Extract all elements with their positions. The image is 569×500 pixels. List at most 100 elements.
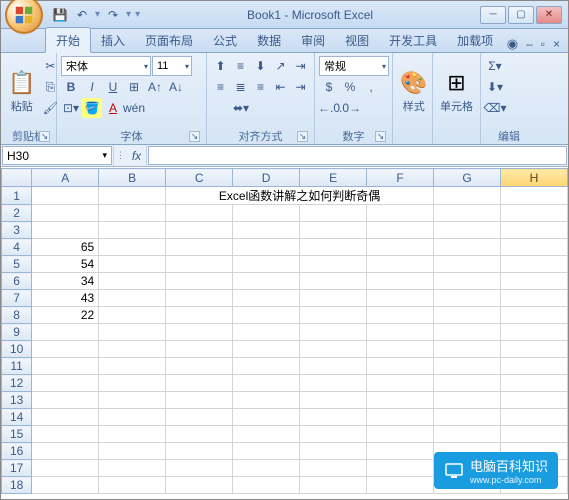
cell-A18[interactable] [32, 477, 99, 494]
cell-B2[interactable] [99, 205, 166, 222]
cell-A2[interactable] [32, 205, 99, 222]
cell-A15[interactable] [32, 426, 99, 443]
cell-G15[interactable] [434, 426, 501, 443]
cell-B3[interactable] [99, 222, 166, 239]
cell-C17[interactable] [166, 460, 233, 477]
cell-G11[interactable] [434, 358, 501, 375]
align-top-button[interactable]: ⬆ [211, 56, 230, 76]
cell-C15[interactable] [166, 426, 233, 443]
column-header-E[interactable]: E [300, 169, 367, 187]
cell-F9[interactable] [367, 324, 434, 341]
mdi-close-button[interactable]: × [553, 37, 560, 51]
cell-D8[interactable] [233, 307, 300, 324]
cell-H5[interactable] [501, 256, 568, 273]
cell-G10[interactable] [434, 341, 501, 358]
cell-F6[interactable] [367, 273, 434, 290]
cell-D13[interactable] [233, 392, 300, 409]
row-header-2[interactable]: 2 [2, 205, 32, 222]
cell-F14[interactable] [367, 409, 434, 426]
cell-A16[interactable] [32, 443, 99, 460]
mdi-restore-button[interactable]: ▫ [541, 37, 545, 51]
cell-H12[interactable] [501, 375, 568, 392]
align-center-button[interactable]: ≣ [231, 77, 250, 97]
cell-C7[interactable] [166, 290, 233, 307]
cell-D7[interactable] [233, 290, 300, 307]
cell-A5[interactable]: 54 [32, 256, 99, 273]
formula-input[interactable] [148, 146, 567, 165]
cell-D4[interactable] [233, 239, 300, 256]
cell-H1[interactable] [501, 187, 568, 205]
row-header-12[interactable]: 12 [2, 375, 32, 392]
comma-button[interactable]: , [361, 77, 381, 97]
cell-G14[interactable] [434, 409, 501, 426]
phonetic-button[interactable]: wén [124, 98, 144, 118]
cell-E16[interactable] [300, 443, 367, 460]
decrease-decimal-button[interactable]: .0→ [340, 98, 360, 118]
mdi-minimize-button[interactable]: – [526, 37, 533, 51]
cell-B18[interactable] [99, 477, 166, 494]
cell-D12[interactable] [233, 375, 300, 392]
help-icon[interactable]: ◉ [507, 36, 518, 52]
column-header-B[interactable]: B [99, 169, 166, 187]
cell-A8[interactable]: 22 [32, 307, 99, 324]
merge-center-button[interactable]: ⬌▾ [211, 98, 271, 118]
cell-B9[interactable] [99, 324, 166, 341]
dropdown-icon[interactable]: ▾ [126, 9, 131, 20]
row-header-4[interactable]: 4 [2, 239, 32, 256]
row-header-9[interactable]: 9 [2, 324, 32, 341]
cell-G5[interactable] [434, 256, 501, 273]
cell-A1[interactable] [32, 187, 99, 205]
cell-D18[interactable] [233, 477, 300, 494]
tab-addins[interactable]: 加载项 [447, 28, 503, 52]
tab-developer[interactable]: 开发工具 [379, 28, 447, 52]
cell-D16[interactable] [233, 443, 300, 460]
column-header-C[interactable]: C [166, 169, 233, 187]
cell-G1[interactable] [434, 187, 501, 205]
cell-F18[interactable] [367, 477, 434, 494]
cell-H7[interactable] [501, 290, 568, 307]
minimize-button[interactable]: ─ [480, 6, 506, 24]
cell-E5[interactable] [300, 256, 367, 273]
cell-E10[interactable] [300, 341, 367, 358]
cell-A13[interactable] [32, 392, 99, 409]
row-header-7[interactable]: 7 [2, 290, 32, 307]
cell-E4[interactable] [300, 239, 367, 256]
cell-D9[interactable] [233, 324, 300, 341]
orientation-button[interactable]: ↗ [271, 56, 290, 76]
cell-H13[interactable] [501, 392, 568, 409]
spreadsheet-grid[interactable]: ABCDEFGH1Excel函数讲解之如何判断奇偶234655546347438… [1, 168, 568, 499]
cell-A3[interactable] [32, 222, 99, 239]
cell-D14[interactable] [233, 409, 300, 426]
align-launcher-icon[interactable]: ↘ [297, 131, 308, 142]
cell-G8[interactable] [434, 307, 501, 324]
cell-H3[interactable] [501, 222, 568, 239]
row-header-14[interactable]: 14 [2, 409, 32, 426]
cell-F5[interactable] [367, 256, 434, 273]
cell-E8[interactable] [300, 307, 367, 324]
cell-E18[interactable] [300, 477, 367, 494]
column-header-G[interactable]: G [434, 169, 501, 187]
align-middle-button[interactable]: ≡ [231, 56, 250, 76]
paste-button[interactable]: 📋 粘贴 [5, 56, 38, 128]
column-header-H[interactable]: H [501, 169, 568, 187]
cell-G9[interactable] [434, 324, 501, 341]
cell-D6[interactable] [233, 273, 300, 290]
percent-button[interactable]: % [340, 77, 360, 97]
row-header-1[interactable]: 1 [2, 187, 32, 205]
grow-font-button[interactable]: A↑ [145, 77, 165, 97]
cell-D2[interactable] [233, 205, 300, 222]
cell-C14[interactable] [166, 409, 233, 426]
column-header-A[interactable]: A [32, 169, 99, 187]
dropdown-icon[interactable]: ▾ [95, 9, 100, 20]
cell-E13[interactable] [300, 392, 367, 409]
cell-C6[interactable] [166, 273, 233, 290]
cell-A14[interactable] [32, 409, 99, 426]
formula-bar-expand-icon[interactable]: ⋮ [113, 145, 127, 166]
shrink-font-button[interactable]: A↓ [166, 77, 186, 97]
cell-G2[interactable] [434, 205, 501, 222]
row-header-16[interactable]: 16 [2, 443, 32, 460]
cell-styles-button[interactable]: 🎨 样式 [397, 56, 430, 128]
cell-C13[interactable] [166, 392, 233, 409]
cell-H8[interactable] [501, 307, 568, 324]
number-format-combo[interactable]: 常规▾ [319, 56, 389, 76]
